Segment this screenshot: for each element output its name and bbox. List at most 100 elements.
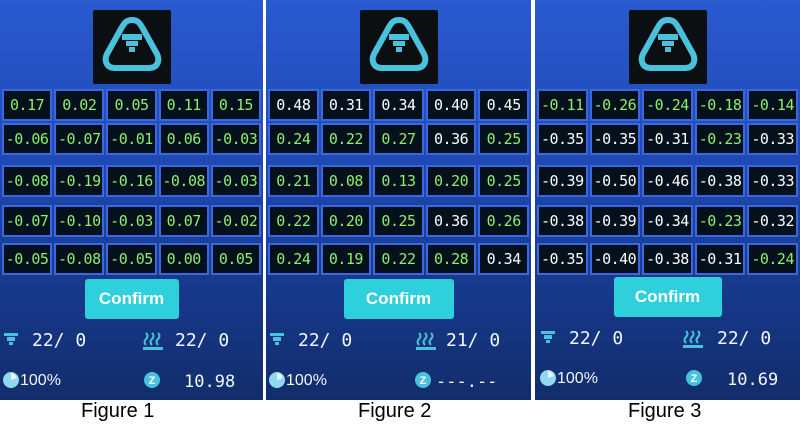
grid-cell[interactable]: 0.48 [268,89,319,121]
grid-cell[interactable]: 0.31 [320,89,372,121]
grid-cell[interactable]: -0.03 [210,123,262,155]
grid-cell[interactable]: 0.15 [210,89,262,121]
fan-speed: 100% [557,370,598,387]
grid-cell[interactable]: -0.08 [54,243,105,275]
grid-cell[interactable]: 0.25 [478,165,529,197]
screen-panel-2: 0.48 0.31 0.34 0.40 0.45 0.24 0.22 0.27 0.36 0.25… [266,0,531,400]
svg-text:Z: Z [420,375,427,387]
grid-cell[interactable]: -0.11 [537,89,588,121]
grid-cell[interactable]: 0.25 [478,123,529,155]
svg-text:Z: Z [149,375,156,387]
grid-cell[interactable]: -0.05 [106,243,157,275]
grid-cell[interactable]: -0.14 [747,89,798,121]
grid-cell[interactable]: -0.03 [210,165,262,197]
grid-cell[interactable]: -0.05 [2,243,53,275]
grid-cell[interactable]: 0.06 [158,123,209,155]
grid-cell[interactable]: 0.25 [373,205,424,237]
nozzle-temperature: 22/ 0 [298,330,353,351]
grid-cell[interactable]: -0.23 [694,123,746,155]
grid-cell[interactable]: 0.07 [158,205,209,237]
grid-cell[interactable]: 0.34 [478,243,529,275]
grid-cell[interactable]: -0.39 [537,165,588,197]
z-axis-icon: Z [685,369,703,387]
grid-cell[interactable]: -0.50 [589,165,641,197]
grid-cell[interactable]: -0.33 [747,165,798,197]
grid-cell[interactable]: -0.32 [747,205,798,237]
grid-row: -0.07 -0.10 -0.03 0.07 -0.02 [0,205,263,237]
grid-cell[interactable]: -0.07 [54,123,105,155]
printer-logo [92,10,171,84]
grid-cell[interactable]: -0.38 [694,165,746,197]
grid-cell[interactable]: 0.36 [425,123,477,155]
grid-cell[interactable]: -0.06 [2,123,53,155]
grid-cell[interactable]: -0.38 [642,243,693,275]
grid-row: 0.22 0.20 0.25 0.36 0.26 [266,205,531,237]
grid-cell[interactable]: -0.33 [747,123,798,155]
grid-cell[interactable]: 0.22 [373,243,424,275]
grid-cell[interactable]: -0.39 [589,205,641,237]
grid-cell[interactable]: 0.45 [478,89,529,121]
nozzle-triangle-icon [102,17,161,71]
grid-cell[interactable]: 0.36 [425,205,477,237]
nozzle-icon [541,330,555,348]
grid-cell[interactable]: 0.17 [2,89,53,121]
grid-cell[interactable]: 0.05 [210,243,262,275]
grid-cell[interactable]: 0.22 [268,205,319,237]
heatbed-icon [416,331,436,351]
figure-caption-2: Figure 2 [358,400,432,422]
grid-cell[interactable]: -0.24 [642,89,693,121]
grid-cell[interactable]: -0.16 [106,165,157,197]
grid-cell[interactable]: -0.35 [537,123,588,155]
grid-cell[interactable]: -0.34 [642,205,693,237]
grid-cell[interactable]: -0.18 [694,89,746,121]
nozzle-triangle-icon [369,17,428,71]
grid-cell[interactable]: 0.19 [320,243,372,275]
grid-cell[interactable]: -0.08 [158,165,209,197]
grid-cell[interactable]: 0.20 [320,205,372,237]
grid-cell[interactable]: 0.20 [425,165,477,197]
grid-cell[interactable]: -0.10 [54,205,105,237]
confirm-button[interactable]: Confirm [343,279,454,319]
grid-cell[interactable]: -0.23 [694,205,746,237]
grid-cell[interactable]: 0.24 [268,123,319,155]
grid-cell[interactable]: 0.05 [106,89,157,121]
grid-cell[interactable]: -0.35 [537,243,588,275]
grid-cell[interactable]: 0.00 [158,243,209,275]
grid-cell[interactable]: -0.38 [537,205,588,237]
confirm-button[interactable]: Confirm [613,277,722,317]
grid-cell[interactable]: -0.07 [2,205,53,237]
grid-cell[interactable]: -0.31 [642,123,693,155]
grid-cell[interactable]: 0.26 [478,205,529,237]
grid-cell[interactable]: -0.26 [589,89,641,121]
svg-text:Z: Z [691,373,698,385]
grid-cell[interactable]: 0.34 [373,89,424,121]
grid-cell[interactable]: -0.46 [642,165,693,197]
grid-cell[interactable]: 0.21 [268,165,319,197]
grid-cell[interactable]: 0.11 [158,89,209,121]
grid-cell[interactable]: -0.01 [106,123,157,155]
grid-cell[interactable]: 0.27 [373,123,424,155]
confirm-button[interactable]: Confirm [84,279,179,319]
z-offset: ---.-- [436,372,498,392]
grid-cell[interactable]: 0.13 [373,165,424,197]
grid-cell[interactable]: 0.22 [320,123,372,155]
nozzle-icon [270,332,284,350]
status-row: 100% Z 10.69 [535,369,800,395]
grid-cell[interactable]: -0.24 [747,243,798,275]
grid-cell[interactable]: -0.19 [54,165,105,197]
grid-cell[interactable]: 0.40 [425,89,477,121]
grid-cell[interactable]: -0.35 [589,123,641,155]
grid-cell[interactable]: -0.31 [694,243,746,275]
nozzle-icon [4,332,18,350]
grid-cell[interactable]: -0.08 [2,165,53,197]
grid-cell[interactable]: -0.40 [589,243,641,275]
temperature-row: 22/ 0 21/ 0 [266,330,531,358]
grid-cell[interactable]: -0.03 [106,205,157,237]
grid-cell[interactable]: -0.02 [210,205,262,237]
grid-cell[interactable]: 0.02 [54,89,105,121]
screen-panel-3: -0.11 -0.26 -0.24 -0.18 -0.14 -0.35 -0.35 -0.31… [535,0,800,400]
grid-cell[interactable]: 0.08 [320,165,372,197]
grid-cell[interactable]: 0.28 [425,243,477,275]
grid-cell[interactable]: 0.24 [268,243,319,275]
status-row: 100% Z ---.-- [266,371,531,397]
